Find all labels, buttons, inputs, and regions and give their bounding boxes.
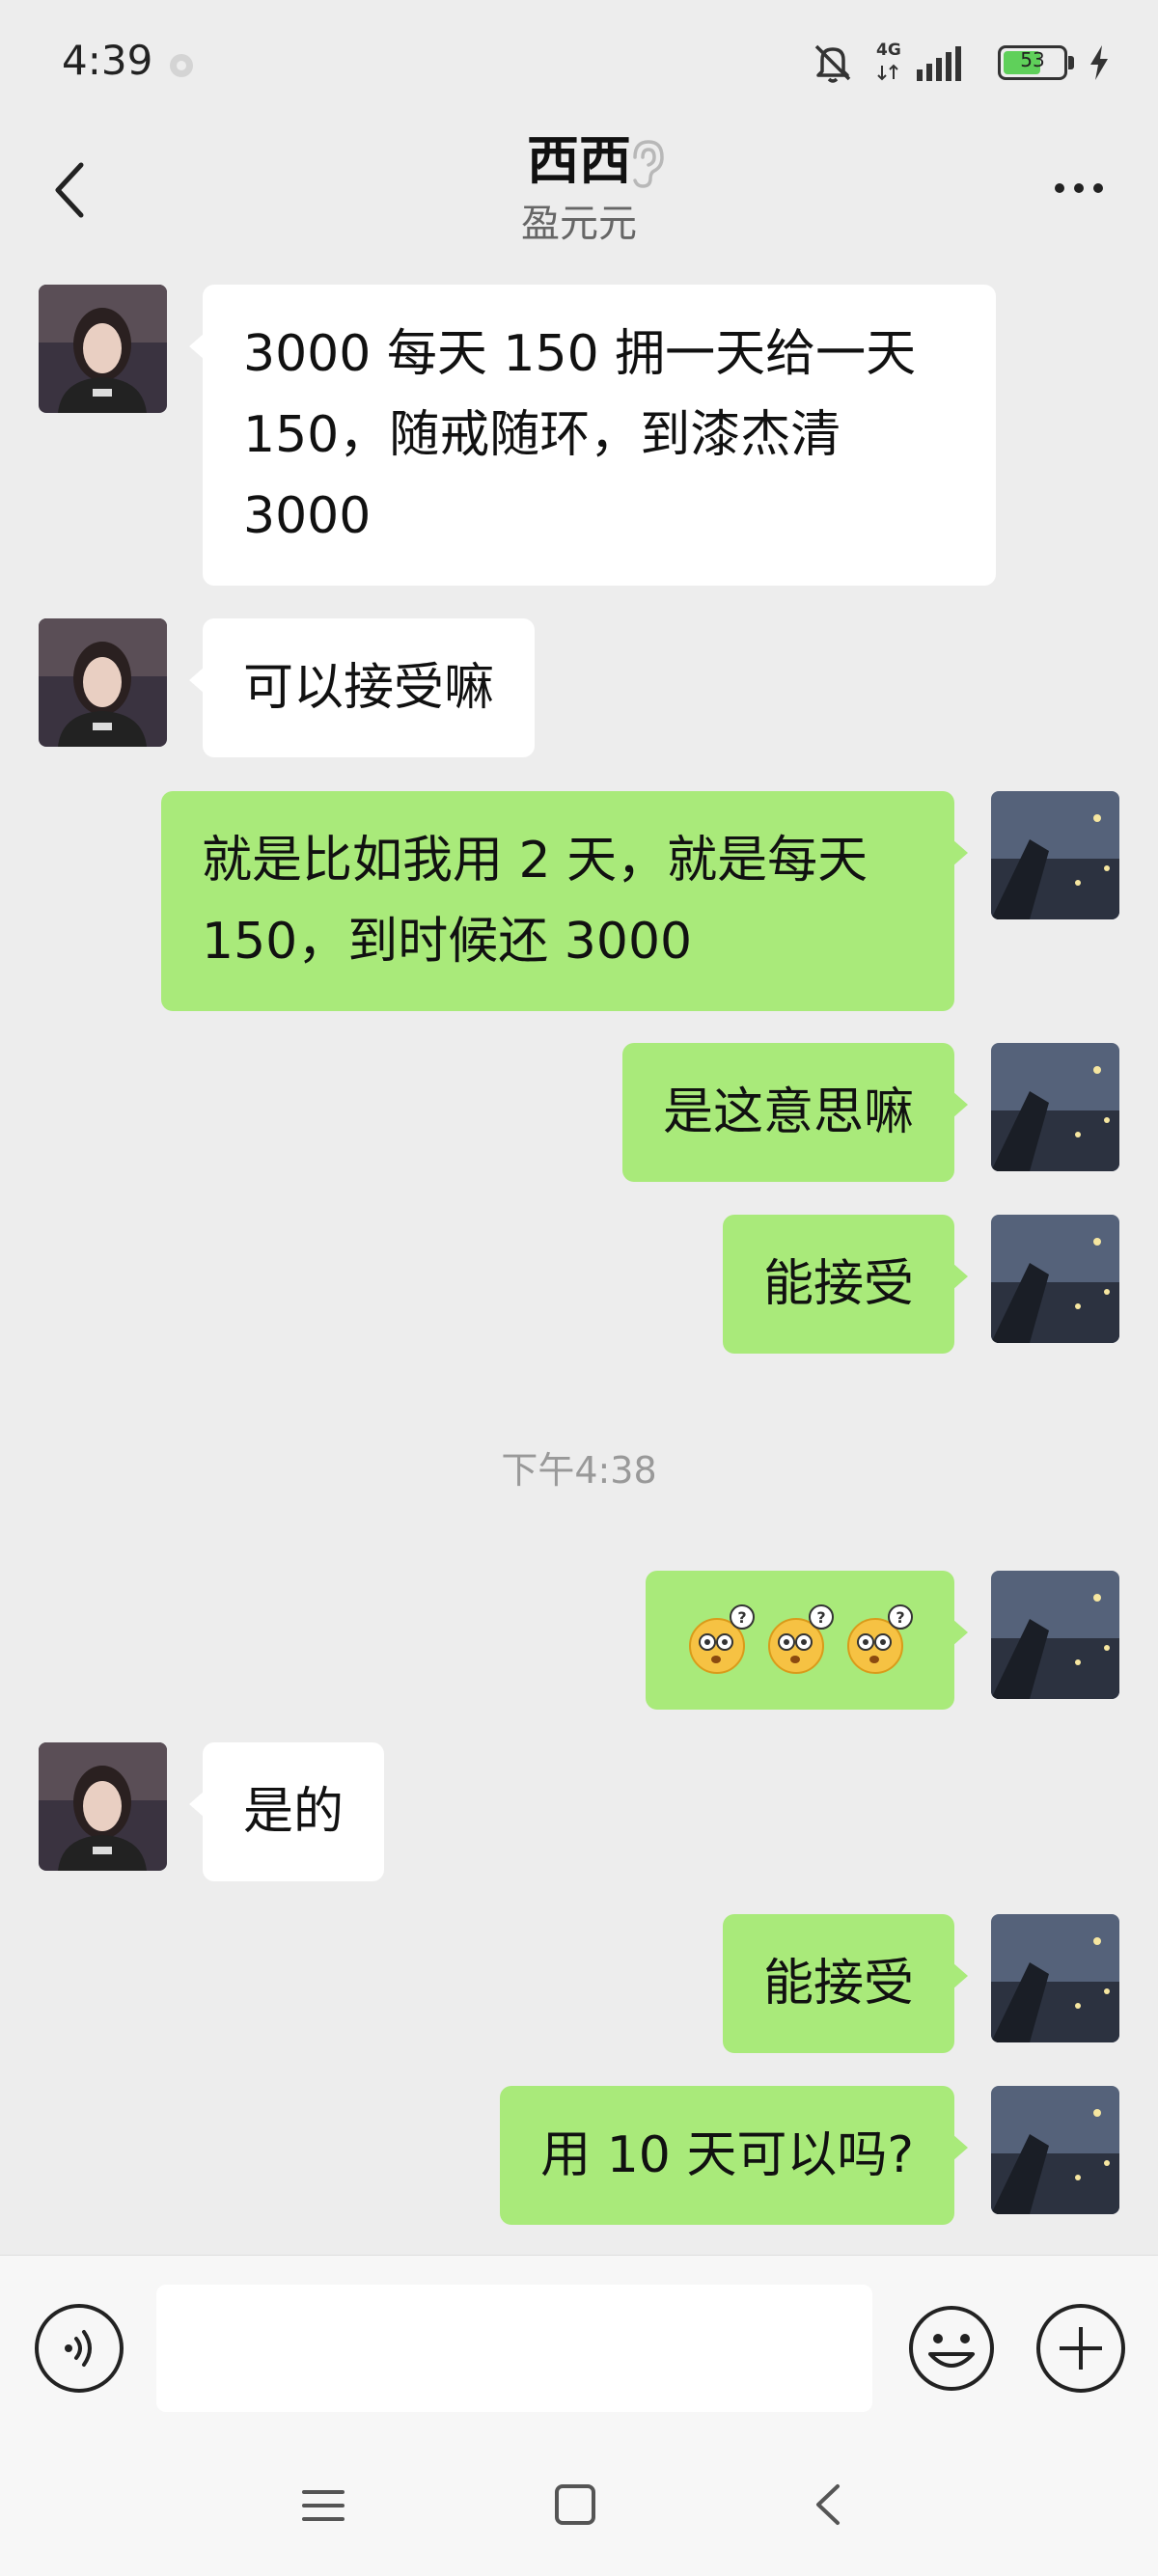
- contact-avatar-image: [39, 285, 167, 413]
- svg-text:?: ?: [737, 1608, 746, 1627]
- sent-message-bubble[interactable]: 用 10 天可以吗?: [500, 2086, 968, 2225]
- chat-subtitle: 盈元元: [521, 202, 637, 246]
- received-message-bubble[interactable]: 是的: [188, 1742, 385, 1881]
- my-avatar[interactable]: [991, 1043, 1119, 1171]
- my-avatar[interactable]: [991, 1215, 1119, 1343]
- notification-dot-icon: [170, 54, 193, 77]
- my-avatar-image: [991, 1215, 1119, 1343]
- battery-icon: 53: [998, 45, 1075, 80]
- sent-message-bubble[interactable]: 是这意思嘛: [621, 1043, 969, 1182]
- sent-emoji-bubble[interactable]: ? ? ?: [646, 1571, 968, 1710]
- confused-face-emoji: ?: [689, 1604, 755, 1674]
- my-avatar[interactable]: [991, 1571, 1119, 1699]
- my-avatar[interactable]: [991, 1914, 1119, 2042]
- voice-button[interactable]: [35, 2304, 124, 2393]
- contact-avatar[interactable]: [39, 618, 167, 747]
- received-message-bubble[interactable]: 3000 每天 150 拥一天给一天 150，随戒随环，到漆杰清 3000: [189, 285, 996, 586]
- received-message-bubble[interactable]: 可以接受嘛: [188, 618, 536, 757]
- my-avatar-image: [991, 1571, 1119, 1699]
- smiley-icon[interactable]: [907, 2304, 996, 2393]
- ear-icon[interactable]: [625, 136, 668, 190]
- more-options-button[interactable]: [1040, 169, 1117, 207]
- system-nav-bar: [0, 2438, 1158, 2576]
- my-avatar-image: [991, 1914, 1119, 2042]
- chat-title-text: 西西: [527, 130, 631, 191]
- lightning-icon: [1090, 45, 1108, 80]
- sent-message-bubble[interactable]: 就是比如我用 2 天，就是每天 150，到时候还 3000: [161, 791, 968, 1011]
- message-input[interactable]: [156, 2285, 872, 2412]
- my-avatar[interactable]: [991, 2086, 1119, 2214]
- message-timestamp: 下午4:38: [501, 1449, 657, 1492]
- voice-icon: [65, 2330, 92, 2367]
- my-avatar[interactable]: [991, 791, 1119, 919]
- plus-button[interactable]: [1036, 2304, 1125, 2393]
- home-button[interactable]: [555, 2484, 595, 2525]
- confused-face-emoji: ?: [768, 1604, 834, 1674]
- emoji-group: ? ? ?: [686, 1600, 914, 1681]
- sent-message-bubble[interactable]: 能接受: [722, 1215, 969, 1354]
- svg-text:?: ?: [896, 1608, 904, 1627]
- status-time: 4:39: [62, 37, 153, 84]
- contact-avatar[interactable]: [39, 285, 167, 413]
- nav-back-button[interactable]: [809, 2482, 847, 2527]
- signal-icon: [877, 46, 961, 81]
- my-avatar-image: [991, 1043, 1119, 1171]
- confused-face-emoji: ?: [847, 1604, 913, 1674]
- recent-apps-button[interactable]: [302, 2484, 345, 2527]
- my-avatar-image: [991, 791, 1119, 919]
- signal-group: 4G: [868, 41, 984, 85]
- chat-header: 西西 盈元元: [0, 130, 1158, 265]
- status-icons: 4G 53: [811, 39, 1110, 87]
- message-list[interactable]: 3000 每天 150 拥一天给一天 150，随戒随环，到漆杰清 3000 可以…: [0, 265, 1158, 2255]
- more-dots-icon: [1055, 183, 1064, 193]
- contact-avatar-image: [39, 1742, 167, 1871]
- input-bar: [0, 2255, 1158, 2438]
- bell-off-icon: [814, 44, 851, 83]
- my-avatar-image: [991, 2086, 1119, 2214]
- sent-message-bubble[interactable]: 能接受: [722, 1914, 969, 2053]
- contact-avatar-image: [39, 618, 167, 747]
- chat-title: 西西: [0, 130, 1158, 192]
- status-bar: 4:39 4G 53: [0, 0, 1158, 130]
- chat-screen: 4:39 4G 53 西西 盈元元 3000 每天 150 拥一天给一天 150…: [0, 0, 1158, 2576]
- menu-icon: [302, 2490, 345, 2494]
- contact-avatar[interactable]: [39, 1742, 167, 1871]
- battery-level: 53: [1020, 48, 1045, 71]
- svg-text:?: ?: [816, 1608, 825, 1627]
